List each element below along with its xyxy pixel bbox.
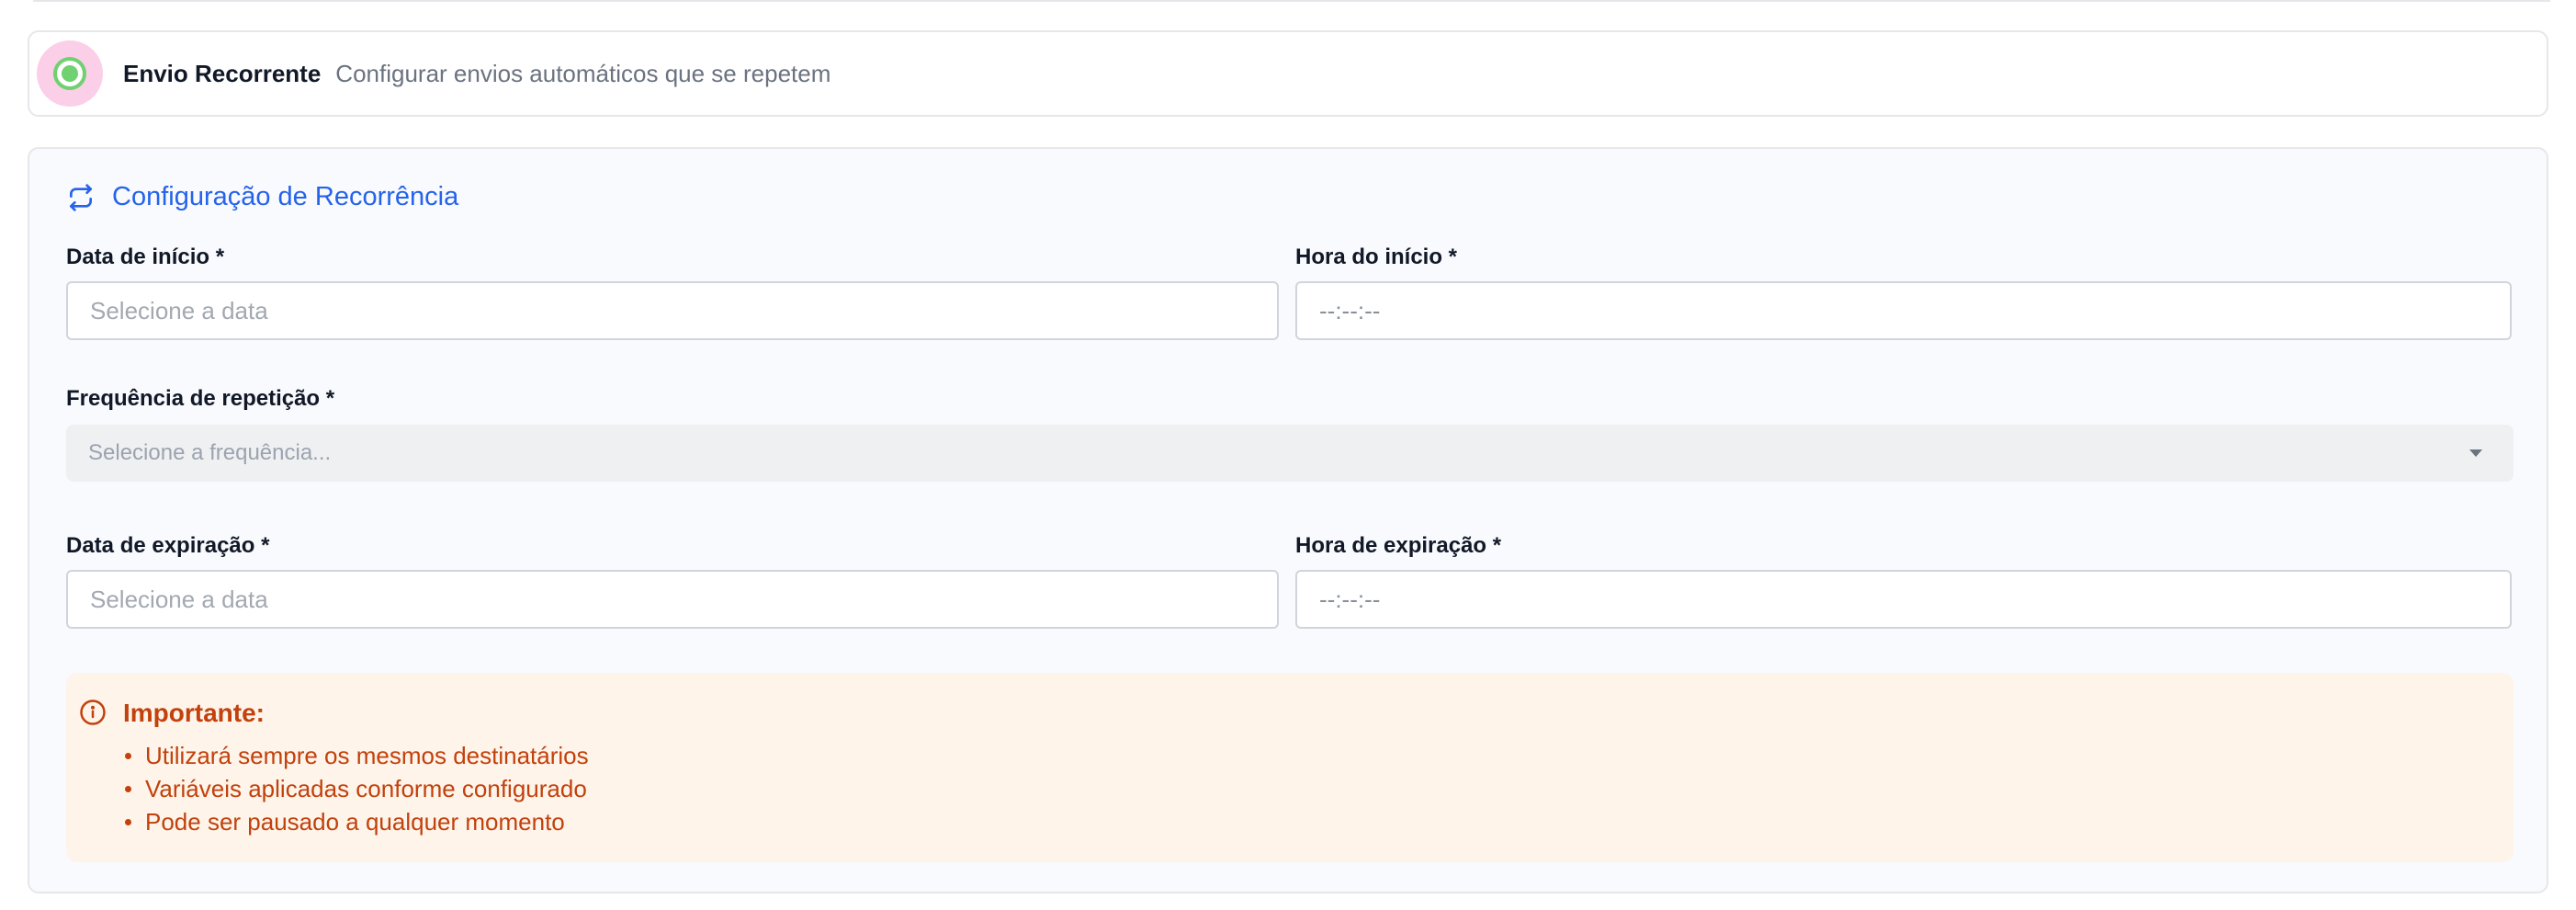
top-divider [33,0,2550,2]
start-date-label: Data de início * [66,245,225,269]
notice-item: Pode ser pausado a qualquer momento [125,805,589,838]
panel-header: Configuração de Recorrência [66,182,458,212]
panel-title: Configuração de Recorrência [112,182,459,211]
frequency-select-placeholder: Selecione a frequência... [88,440,332,465]
frequency-label: Frequência de repetição * [66,386,335,411]
notice-title: Importante: [123,699,265,727]
recurrence-config-panel: Configuração de Recorrência Data de iníc… [28,147,2548,893]
start-time-input[interactable] [1295,281,2512,340]
radio-outer-ring [53,57,86,90]
expiry-date-label: Data de expiração * [66,533,270,558]
radio-button[interactable] [37,40,103,107]
start-time-label: Hora do início * [1295,245,1458,269]
expiry-date-input[interactable] [66,570,1279,629]
notice-item: Utilizará sempre os mesmos destinatários [125,739,589,772]
notice-list: Utilizará sempre os mesmos destinatários… [125,739,589,838]
radio-selected-dot [62,65,78,82]
frequency-select[interactable]: Selecione a frequência... [66,425,2514,482]
important-notice: Importante: Utilizará sempre os mesmos d… [66,673,2514,862]
option-title: Envio Recorrente [123,59,322,87]
expiry-time-input[interactable] [1295,570,2512,629]
expiry-time-label: Hora de expiração * [1295,533,1502,558]
start-date-input[interactable] [66,281,1279,340]
repeat-icon [70,183,92,211]
info-icon [80,700,106,725]
recurring-send-option[interactable]: Envio Recorrente Configurar envios autom… [28,30,2548,117]
caret-down-icon [2469,449,2482,457]
option-description: Configurar envios automáticos que se rep… [335,59,831,87]
notice-item: Variáveis aplicadas conforme configurado [125,772,589,805]
